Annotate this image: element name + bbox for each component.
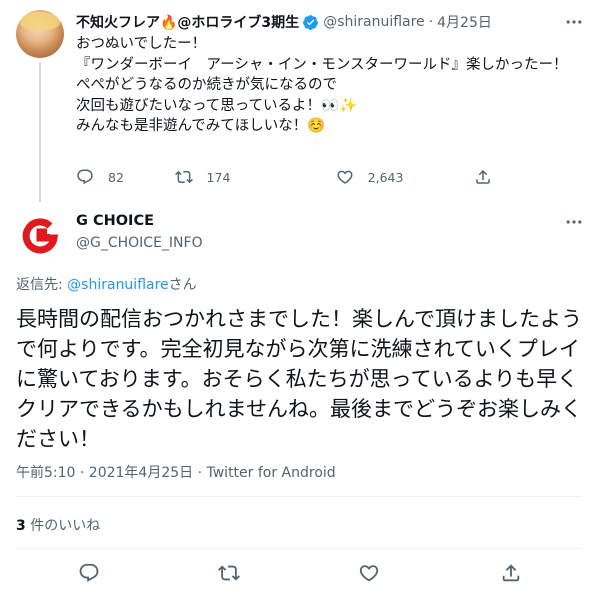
author-name[interactable]: 不知火フレア🔥@ホロライブ3期生 bbox=[76, 12, 299, 32]
thread-connector bbox=[39, 62, 41, 202]
reply-icon bbox=[77, 169, 93, 185]
likes-number: 3 bbox=[16, 518, 26, 534]
reply-to-line: 返信先: @shiranuiflareさん bbox=[16, 274, 197, 294]
tweet-text: 長時間の配信おつかれさまでした！楽しんで頂けましたようで何よりです。完全初見なが… bbox=[16, 307, 582, 451]
like-icon bbox=[337, 170, 353, 184]
like-button[interactable]: 2,643 bbox=[336, 168, 474, 186]
separator: · bbox=[428, 14, 434, 30]
reply-to-suffix: さん bbox=[168, 277, 197, 293]
tweet-date[interactable]: 4月25日 bbox=[437, 12, 492, 32]
avatar[interactable] bbox=[16, 10, 64, 58]
tweet-actions bbox=[0, 562, 598, 588]
reply-button[interactable]: 82 bbox=[76, 168, 175, 186]
reply-to-handle-link[interactable]: @shiranuiflare bbox=[67, 277, 169, 293]
parent-tweet[interactable]: 不知火フレア🔥@ホロライブ3期生 @shiranuiflare · 4月25日 … bbox=[0, 0, 598, 202]
tweet-text: おつぬいでしたー！ 『ワンダーボーイ アーシャ・イン・モンスターワールド』楽しか… bbox=[76, 36, 568, 134]
author-handle[interactable]: @G_CHOICE_INFO bbox=[76, 235, 203, 251]
share-button[interactable] bbox=[474, 168, 506, 186]
reply-count: 82 bbox=[108, 169, 124, 185]
retweet-button[interactable]: 174 bbox=[174, 168, 336, 186]
author-name[interactable]: G CHOICE bbox=[76, 213, 154, 229]
tweet-header: 不知火フレア🔥@ホロライブ3期生 @shiranuiflare · 4月25日 bbox=[76, 12, 492, 32]
reply-icon[interactable] bbox=[78, 562, 100, 584]
more-icon[interactable] bbox=[564, 12, 584, 32]
share-icon bbox=[476, 169, 490, 184]
retweet-count: 174 bbox=[206, 169, 231, 185]
retweet-icon bbox=[174, 170, 193, 184]
tweet-timestamp[interactable]: 午前5:10 · 2021年4月25日 · Twitter for Androi… bbox=[16, 462, 336, 482]
author-handle[interactable]: @shiranuiflare bbox=[323, 14, 425, 30]
like-count: 2,643 bbox=[367, 169, 404, 185]
verified-icon bbox=[303, 14, 319, 30]
likes-summary[interactable]: 3 件のいいね bbox=[16, 515, 100, 535]
share-icon[interactable] bbox=[500, 562, 522, 584]
g-choice-logo[interactable] bbox=[16, 212, 64, 260]
more-icon[interactable] bbox=[564, 212, 584, 232]
divider bbox=[16, 496, 582, 497]
tweet-actions: 82 174 2,643 bbox=[76, 166, 506, 188]
like-icon[interactable] bbox=[358, 562, 380, 584]
divider bbox=[16, 548, 582, 549]
reply-to-label: 返信先: bbox=[16, 277, 68, 293]
likes-label: 件のいいね bbox=[25, 518, 101, 534]
retweet-icon[interactable] bbox=[218, 562, 240, 584]
